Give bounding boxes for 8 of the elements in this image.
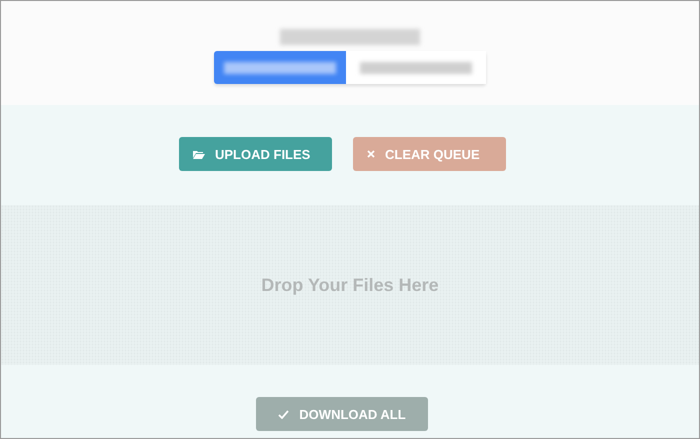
blurred-ad-button[interactable] [214,51,346,84]
drop-zone[interactable]: Drop Your Files Here [1,205,699,365]
upload-files-button[interactable]: UPLOAD FILES [179,137,332,171]
drop-zone-text: Drop Your Files Here [261,274,439,296]
blurred-ad-button[interactable] [346,51,486,84]
folder-icon [193,150,205,158]
close-icon [367,150,375,158]
check-icon [278,410,290,418]
